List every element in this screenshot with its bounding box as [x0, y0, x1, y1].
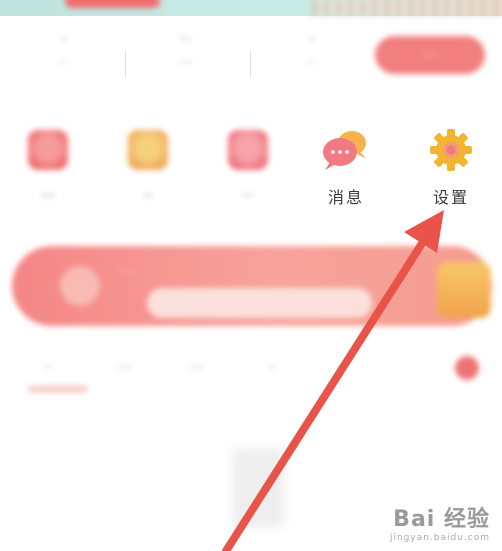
feature-tile[interactable]: ·· — [108, 130, 188, 204]
settings-label: 设置 — [432, 188, 469, 207]
promo-banner[interactable]: ····· — [12, 246, 492, 326]
promo-text: ····· — [117, 264, 137, 278]
stat-label: ·· — [59, 56, 67, 69]
stat-value: ·· — [307, 32, 315, 46]
feature-tile[interactable]: ·· — [208, 130, 288, 204]
feature-icon — [128, 130, 168, 170]
tab-item[interactable]: ·· — [268, 360, 277, 376]
feature-icon — [228, 130, 268, 170]
messages-tile[interactable]: 消息 — [310, 128, 382, 208]
divider — [125, 50, 126, 78]
feature-tile[interactable]: ··· — [8, 130, 88, 204]
feature-label: ·· — [143, 188, 153, 204]
tab-item[interactable]: ··· — [190, 360, 203, 376]
feature-label: ··· — [41, 188, 55, 204]
gear-icon — [430, 129, 472, 171]
gift-icon — [437, 262, 491, 318]
message-icon — [323, 131, 366, 170]
watermark-url: jingyan.baidu.com — [389, 533, 490, 543]
tab-item[interactable]: ··· — [118, 360, 131, 376]
tab-underline — [28, 386, 88, 392]
stat-value: ·· — [59, 32, 67, 46]
stat-item[interactable]: ·· ·· — [276, 30, 346, 69]
content-placeholder — [232, 448, 284, 528]
floating-button[interactable] — [455, 356, 479, 380]
feature-icon — [28, 130, 68, 170]
banner-pill[interactable] — [65, 0, 160, 8]
stat-label: ·· — [307, 56, 315, 69]
stat-label: ···· — [178, 56, 192, 69]
stat-item[interactable]: ··· ···· — [150, 30, 220, 69]
messages-label: 消息 — [327, 188, 364, 207]
stat-value: ··· — [179, 32, 191, 46]
open-account-button[interactable]: ···· — [375, 36, 485, 74]
watermark-logo: Bai 经验 — [393, 507, 490, 532]
tab-row: ·· ··· ··· ·· — [0, 352, 502, 396]
stat-item[interactable]: ·· ·· — [28, 30, 98, 69]
banner-image — [312, 0, 502, 16]
feature-label: ·· — [243, 188, 253, 204]
top-banner[interactable] — [0, 0, 502, 16]
settings-tile[interactable]: 设置 — [414, 128, 488, 208]
promo-avatar — [60, 266, 100, 306]
watermark: Bai 经验 jingyan.baidu.com — [390, 501, 490, 543]
tab-item[interactable]: ·· — [44, 360, 53, 376]
divider — [250, 50, 251, 78]
promo-button[interactable] — [147, 288, 372, 318]
